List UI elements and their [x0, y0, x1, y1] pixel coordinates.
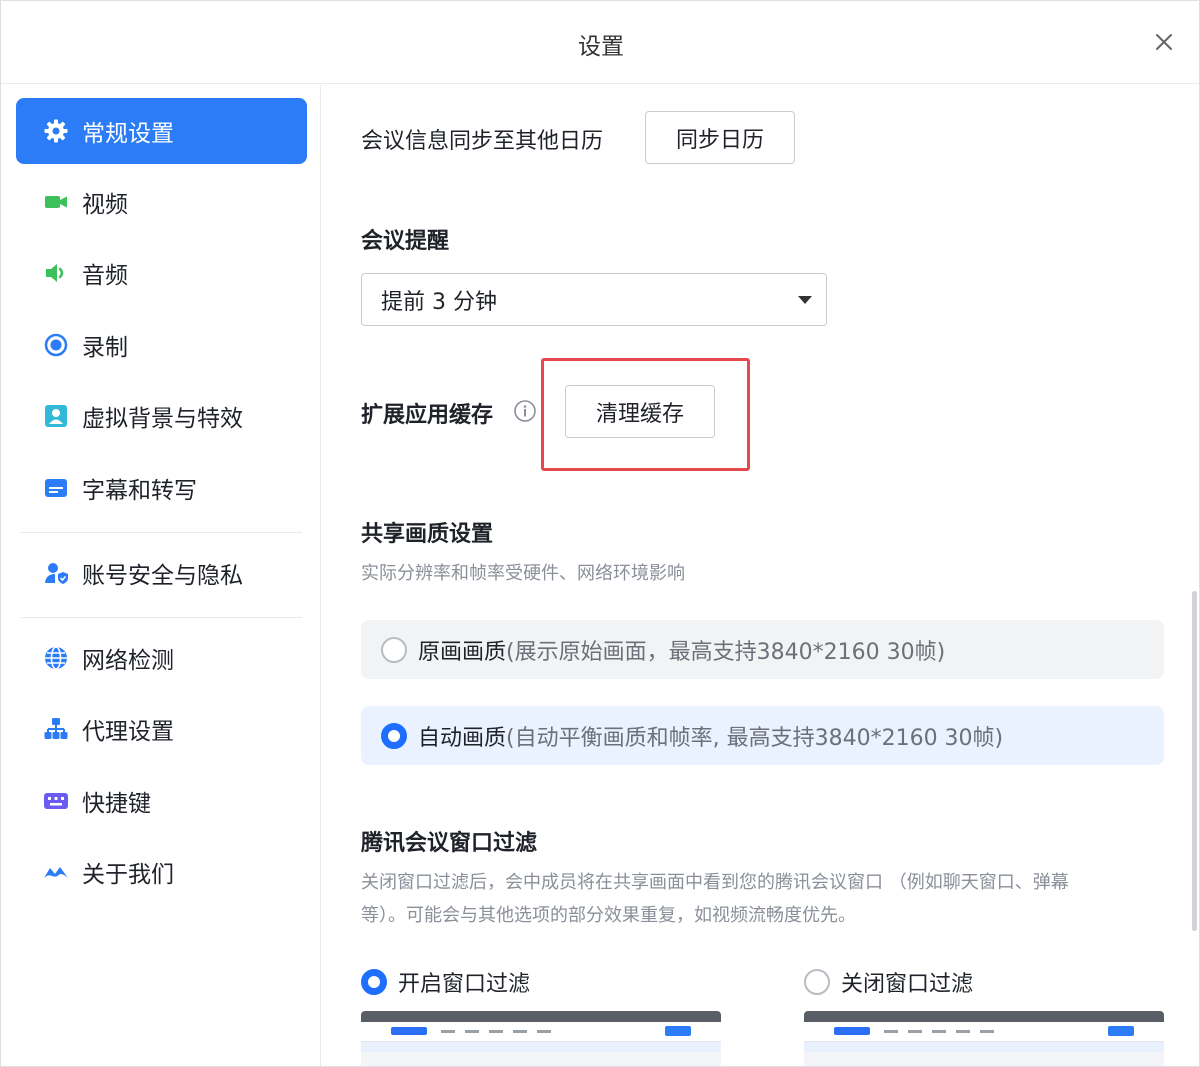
original-quality-radio[interactable] [381, 636, 407, 663]
sidebar-item-general[interactable]: 常规设置 [16, 98, 307, 164]
share-quality-title: 共享画质设置 [361, 522, 494, 547]
original-quality-detail: (展示原始画面，最高支持3840*2160 30帧) [506, 639, 946, 665]
sidebar-item-label: 账号安全与隐私 [82, 563, 243, 589]
disable-window-filter-option[interactable]: 关闭窗口过滤 [804, 966, 973, 998]
sidebar-item-proxy[interactable]: 代理设置 [16, 696, 307, 762]
window-filter-desc-line2: 等）。可能会与其他选项的部分效果重复，如视频流畅度优先。 [361, 905, 856, 926]
window-title: 设置 [578, 34, 624, 60]
sidebar-divider [21, 532, 302, 533]
portrait-icon [42, 402, 70, 430]
content-scrollbar[interactable] [1192, 591, 1197, 931]
sidebar-item-label: 网络检测 [82, 648, 174, 674]
settings-content: 会议信息同步至其他日历 同步日历 会议提醒 提前 3 分钟 扩展应用缓存 清理缓… [322, 85, 1192, 1066]
sidebar-item-label: 代理设置 [82, 719, 174, 745]
share-quality-description: 实际分辨率和帧率受硬件、网络环境影响 [361, 563, 685, 584]
sidebar-item-label: 视频 [82, 192, 128, 218]
sidebar-item-label: 字幕和转写 [82, 478, 197, 504]
reminder-select-value: 提前 3 分钟 [381, 289, 497, 315]
filter-on-preview-image [361, 1011, 721, 1066]
gear-icon [42, 117, 70, 145]
sidebar-item-video[interactable]: 视频 [16, 169, 307, 235]
original-quality-label: 原画画质 [418, 639, 507, 665]
close-icon [1156, 34, 1172, 50]
window-filter-description: 关闭窗口过滤后，会中成员将在共享画面中看到您的腾讯会议窗口 （例如聊天窗口、弹幕… [361, 866, 1171, 932]
sidebar: 常规设置 视频 音频 录制 虚拟背景与特效 字幕和转写 账号安全与隐私 网络检测… [1, 85, 321, 1066]
globe-icon [42, 644, 70, 672]
auto-quality-option[interactable]: 自动画质(自动平衡画质和帧率, 最高支持3840*2160 30帧) [361, 706, 1164, 765]
sidebar-item-captions[interactable]: 字幕和转写 [16, 455, 307, 521]
enable-window-filter-radio[interactable] [361, 969, 387, 995]
sidebar-divider [21, 617, 302, 618]
calendar-sync-label: 会议信息同步至其他日历 [361, 129, 604, 154]
chevron-down-icon [798, 296, 812, 304]
sidebar-item-label: 音频 [82, 263, 128, 289]
settings-window: 设置 常规设置 视频 音频 录制 虚拟背景与特效 字幕和转写 账号安全与隐私 网… [0, 0, 1200, 1067]
sidebar-item-about[interactable]: 关于我们 [16, 839, 307, 905]
auto-quality-label: 自动画质 [418, 725, 507, 751]
extension-cache-label: 扩展应用缓存 [361, 403, 494, 428]
sidebar-item-network-test[interactable]: 网络检测 [16, 625, 307, 691]
auto-quality-detail: (自动平衡画质和帧率, 最高支持3840*2160 30帧) [506, 725, 1004, 751]
auto-quality-radio[interactable] [381, 722, 407, 749]
caption-icon [42, 474, 70, 502]
sidebar-item-virtual-background[interactable]: 虚拟背景与特效 [16, 383, 307, 449]
sync-calendar-button[interactable]: 同步日历 [645, 111, 795, 164]
sidebar-item-label: 常规设置 [82, 121, 174, 147]
sidebar-item-audio[interactable]: 音频 [16, 240, 307, 306]
speaker-icon [42, 259, 70, 287]
sidebar-item-label: 虚拟背景与特效 [82, 406, 243, 432]
disable-window-filter-radio[interactable] [804, 969, 830, 995]
user-shield-icon [42, 559, 70, 587]
sidebar-item-label: 录制 [82, 335, 128, 361]
sidebar-item-label: 关于我们 [82, 862, 174, 888]
window-filter-desc-line1: 关闭窗口过滤后，会中成员将在共享画面中看到您的腾讯会议窗口 （例如聊天窗口、弹幕 [361, 872, 1069, 893]
record-icon [42, 331, 70, 359]
sidebar-item-recording[interactable]: 录制 [16, 312, 307, 378]
sidebar-item-label: 快捷键 [82, 791, 151, 817]
sidebar-item-account-security[interactable]: 账号安全与隐私 [16, 540, 307, 606]
meeting-reminder-title: 会议提醒 [361, 229, 450, 254]
close-button[interactable] [1151, 29, 1177, 55]
disable-window-filter-label: 关闭窗口过滤 [841, 972, 974, 997]
network-tree-icon [42, 715, 70, 743]
reminder-select[interactable]: 提前 3 分钟 [361, 273, 827, 326]
camera-icon [42, 188, 70, 216]
title-bar: 设置 [1, 1, 1199, 84]
original-quality-option[interactable]: 原画画质(展示原始画面，最高支持3840*2160 30帧) [361, 620, 1164, 679]
sidebar-item-shortcuts[interactable]: 快捷键 [16, 768, 307, 834]
keyboard-icon [42, 787, 70, 815]
clear-cache-button[interactable]: 清理缓存 [565, 385, 715, 438]
enable-window-filter-label: 开启窗口过滤 [398, 972, 531, 997]
info-icon[interactable] [513, 399, 537, 423]
enable-window-filter-option[interactable]: 开启窗口过滤 [361, 966, 530, 998]
window-filter-title: 腾讯会议窗口过滤 [361, 831, 538, 856]
clipped-heading-remnant [361, 85, 411, 87]
filter-off-preview-image [804, 1011, 1164, 1066]
logo-icon [42, 858, 70, 886]
